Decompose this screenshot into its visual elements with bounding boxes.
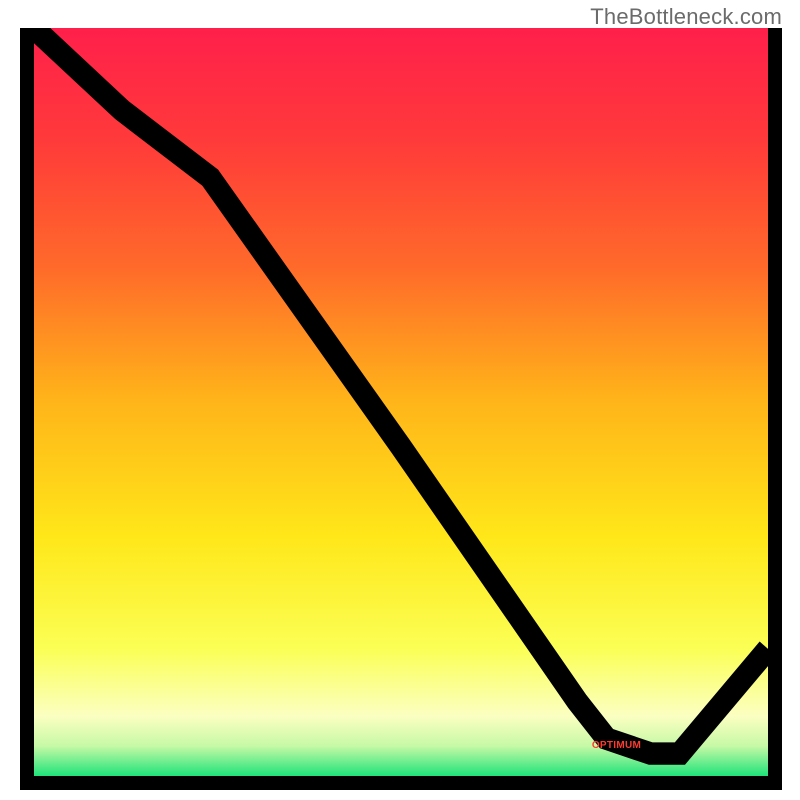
chart-container: TheBottleneck.com [0,0,800,800]
watermark-text: TheBottleneck.com [590,4,782,30]
chart-frame: OPTIMUM [20,28,782,790]
minimum-annotation: OPTIMUM [592,740,641,751]
plot-area: OPTIMUM [34,28,768,776]
line-layer [34,28,768,776]
bottleneck-curve [34,28,768,754]
